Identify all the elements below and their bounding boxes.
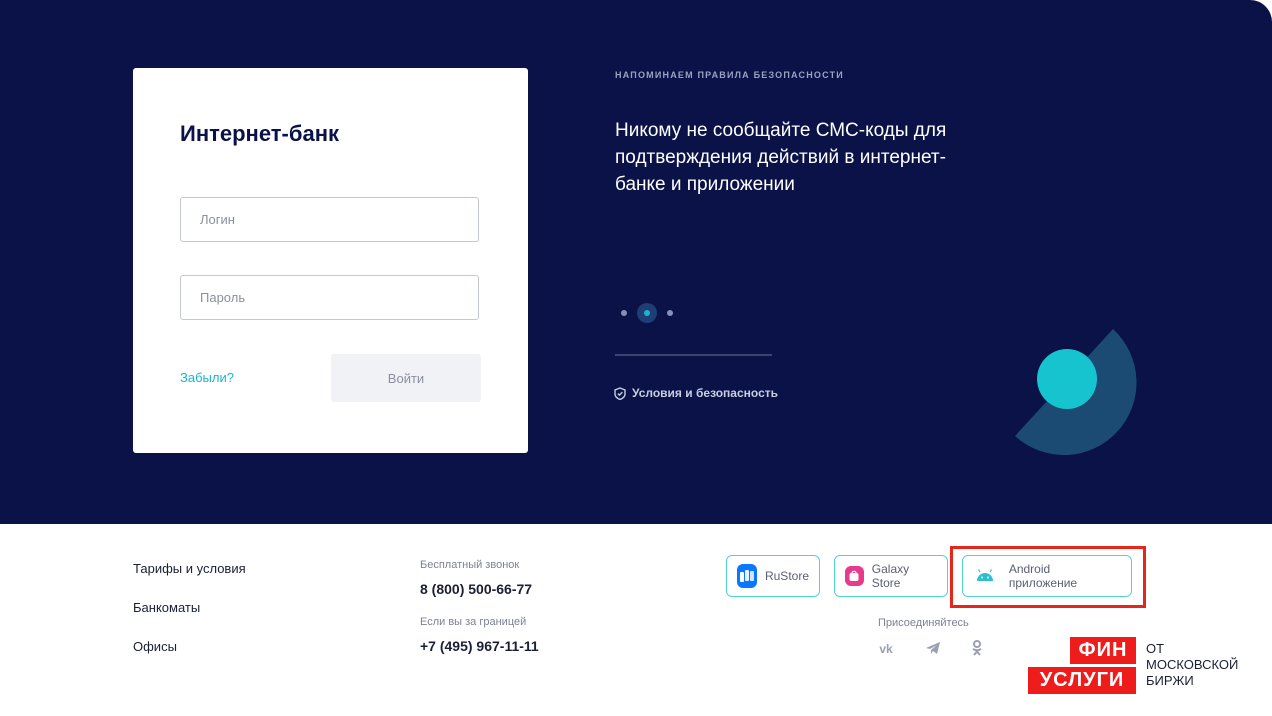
reminder-text: Никому не сообщайте СМС-коды для подтвер…: [615, 120, 947, 195]
slider-dot-3[interactable]: [667, 310, 673, 316]
rustore-label: RuStore: [764, 569, 809, 583]
finuslugi-word-fin: ФИН: [1070, 637, 1136, 664]
finuslugi-tagline: ОТ МОСКОВСКОЙ БИРЖИ: [1146, 641, 1238, 689]
join-caption: Присоединяйтесь: [878, 617, 969, 629]
slider-dot-1[interactable]: [621, 310, 627, 316]
free-call-caption: Бесплатный звонок: [420, 559, 520, 571]
security-terms-label: Условия и безопасность: [632, 386, 779, 400]
footer-link-offices[interactable]: Офисы: [133, 639, 177, 654]
hero-section: Интернет-банк Забыли? Войти НАПОМИНАЕМ П…: [0, 0, 1272, 524]
tagline-line-1: ОТ: [1146, 641, 1165, 656]
shield-check-icon: [614, 386, 626, 400]
galaxy-store-label: Galaxy Store: [871, 562, 910, 590]
abroad-call-number[interactable]: +7 (495) 967-11-11: [420, 638, 539, 654]
highlight-box: [950, 546, 1146, 608]
vk-icon[interactable]: vk: [876, 638, 896, 658]
galaxy-store-icon: [845, 566, 864, 586]
telegram-icon[interactable]: [923, 638, 943, 658]
security-terms-link[interactable]: Условия и безопасность: [614, 386, 778, 400]
rustore-icon: [737, 564, 757, 588]
card-title: Интернет-банк: [180, 121, 340, 146]
login-card: Интернет-банк Забыли? Войти: [133, 68, 528, 453]
decorative-graphic: [1015, 329, 1137, 456]
tagline-line-3: БИРЖИ: [1146, 673, 1194, 688]
finuslugi-word-uslugi: УСЛУГИ: [1028, 667, 1136, 694]
odnoklassniki-icon[interactable]: [967, 638, 987, 658]
rustore-button[interactable]: RuStore: [726, 555, 820, 597]
slider-dot-2-active[interactable]: [637, 303, 657, 323]
password-input[interactable]: [180, 275, 479, 320]
divider: [615, 354, 772, 356]
free-call-number[interactable]: 8 (800) 500-66-77: [420, 581, 532, 597]
login-input[interactable]: [180, 197, 479, 242]
footer-link-tariffs[interactable]: Тарифы и условия: [133, 561, 246, 576]
tagline-line-2: МОСКОВСКОЙ: [1146, 657, 1239, 672]
galaxy-store-button[interactable]: Galaxy Store: [834, 555, 948, 597]
login-button[interactable]: Войти: [331, 354, 481, 402]
abroad-call-caption: Если вы за границей: [420, 616, 527, 628]
svg-text:vk: vk: [879, 642, 893, 656]
slider-dots: [615, 303, 685, 323]
footer-link-atms[interactable]: Банкоматы: [133, 600, 200, 615]
reminder-caption: НАПОМИНАЕМ ПРАВИЛА БЕЗОПАСНОСТИ: [615, 70, 844, 80]
forgot-password-link[interactable]: Забыли?: [180, 370, 234, 385]
finuslugi-logo: ФИН УСЛУГИ ОТ МОСКОВСКОЙ БИРЖИ: [1028, 637, 1258, 695]
